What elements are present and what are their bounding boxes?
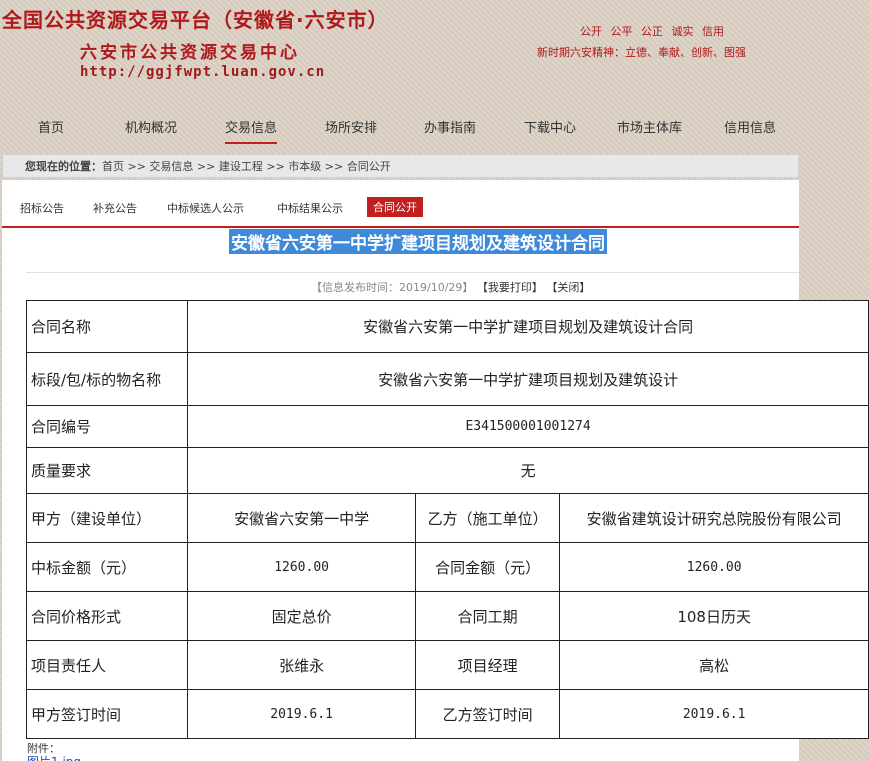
- close-link[interactable]: 【关闭】: [546, 281, 590, 294]
- table-row: 甲方签订时间 2019.6.1 乙方签订时间 2019.6.1: [25, 689, 869, 739]
- nav-trade-info[interactable]: 交易信息: [225, 117, 278, 144]
- contract-number-label: 合同编号: [25, 405, 189, 448]
- nav-market[interactable]: 市场主体库: [617, 117, 682, 136]
- table-row: 合同价格形式 固定总价 合同工期 108日历天: [25, 591, 869, 641]
- table-row: 标段/包/标的物名称 安徽省六安第一中学扩建项目规划及建筑设计: [25, 352, 869, 406]
- quality-label: 质量要求: [25, 447, 189, 494]
- breadcrumb-prefix: 您现在的位置：: [25, 160, 102, 173]
- center-name: 六安市公共资源交易中心: [80, 43, 300, 63]
- manager-label: 项目经理: [414, 640, 561, 690]
- table-row: 合同名称 安徽省六安第一中学扩建项目规划及建筑设计合同: [25, 300, 869, 353]
- bid-amount-value: 1260.00: [187, 542, 416, 592]
- party-a-value: 安徽省六安第一中学: [187, 493, 416, 543]
- b-sign-value: 2019.6.1: [559, 689, 869, 739]
- table-row: 中标金额（元） 1260.00 合同金额（元） 1260.00: [25, 542, 869, 592]
- platform-title: 全国公共资源交易平台（安徽省·六安市）: [2, 8, 389, 32]
- tab-tender-notice[interactable]: 招标公告: [20, 200, 64, 216]
- breadcrumb: 您现在的位置：首页 >> 交易信息 >> 建设工程 >> 市本级 >> 合同公开: [2, 154, 799, 178]
- leader-value: 张维永: [187, 640, 416, 690]
- breadcrumb-path[interactable]: 首页 >> 交易信息 >> 建设工程 >> 市本级 >> 合同公开: [102, 160, 391, 173]
- subject-label: 标段/包/标的物名称: [25, 352, 189, 406]
- nav-venue[interactable]: 场所安排: [325, 117, 377, 136]
- main-nav: 首页 机构概况 交易信息 场所安排 办事指南 下载中心 市场主体库 信用信息: [0, 112, 869, 144]
- tab-contract[interactable]: 合同公开: [367, 197, 423, 217]
- tab-results[interactable]: 中标结果公示: [277, 200, 343, 216]
- table-row: 质量要求 无: [25, 447, 869, 494]
- site-url[interactable]: http://ggjfwpt.luan.gov.cn: [80, 64, 325, 80]
- subject-value: 安徽省六安第一中学扩建项目规划及建筑设计: [187, 352, 869, 406]
- core-values: 公开 公平 公正 诚实 信用: [580, 25, 724, 38]
- category-tabs: 招标公告 补充公告 中标候选人公示 中标结果公示 合同公开: [2, 188, 799, 228]
- contract-amount-label: 合同金额（元）: [414, 542, 561, 592]
- b-sign-label: 乙方签订时间: [414, 689, 561, 739]
- table-row: 合同编号 E341500001001274: [25, 405, 869, 448]
- a-sign-value: 2019.6.1: [187, 689, 416, 739]
- nav-guide[interactable]: 办事指南: [424, 117, 476, 136]
- nav-credit[interactable]: 信用信息: [724, 117, 776, 136]
- contract-name-value: 安徽省六安第一中学扩建项目规划及建筑设计合同: [187, 300, 869, 353]
- contract-number-value: E341500001001274: [187, 405, 869, 448]
- party-b-value: 安徽省建筑设计研究总院股份有限公司: [559, 493, 869, 543]
- a-sign-label: 甲方签订时间: [25, 689, 189, 739]
- table-row: 甲方（建设单位） 安徽省六安第一中学 乙方（施工单位） 安徽省建筑设计研究总院股…: [25, 493, 869, 543]
- price-form-value: 固定总价: [187, 591, 416, 641]
- nav-download[interactable]: 下载中心: [524, 117, 576, 136]
- tab-candidates[interactable]: 中标候选人公示: [167, 200, 244, 216]
- attachment-link[interactable]: 图片1.jpg: [27, 753, 81, 761]
- contract-name-label: 合同名称: [25, 300, 189, 353]
- nav-about[interactable]: 机构概况: [125, 117, 177, 136]
- tab-supplement[interactable]: 补充公告: [93, 200, 137, 216]
- publish-time: 【信息发布时间：2019/10/29】: [311, 281, 474, 294]
- nav-home[interactable]: 首页: [38, 117, 64, 136]
- manager-value: 高松: [559, 640, 869, 690]
- period-value: 108日历天: [559, 591, 869, 641]
- contract-amount-value: 1260.00: [559, 542, 869, 592]
- print-link[interactable]: 【我要打印】: [477, 281, 543, 294]
- city-spirit: 新时期六安精神：立德、奉献、创新、图强: [537, 46, 746, 59]
- article-meta: 【信息发布时间：2019/10/29】 【我要打印】 【关闭】: [311, 279, 590, 295]
- article-title: 安徽省六安第一中学扩建项目规划及建筑设计合同: [229, 229, 607, 254]
- quality-value: 无: [187, 447, 869, 494]
- bid-amount-label: 中标金额（元）: [25, 542, 189, 592]
- leader-label: 项目责任人: [25, 640, 189, 690]
- party-b-label: 乙方（施工单位）: [414, 493, 561, 543]
- site-header: 全国公共资源交易平台（安徽省·六安市） 六安市公共资源交易中心 http://g…: [0, 0, 869, 100]
- party-a-label: 甲方（建设单位）: [25, 493, 189, 543]
- contract-table: 合同名称 安徽省六安第一中学扩建项目规划及建筑设计合同 标段/包/标的物名称 安…: [25, 300, 869, 739]
- period-label: 合同工期: [414, 591, 561, 641]
- title-divider: [26, 272, 799, 273]
- table-row: 项目责任人 张维永 项目经理 高松: [25, 640, 869, 690]
- price-form-label: 合同价格形式: [25, 591, 189, 641]
